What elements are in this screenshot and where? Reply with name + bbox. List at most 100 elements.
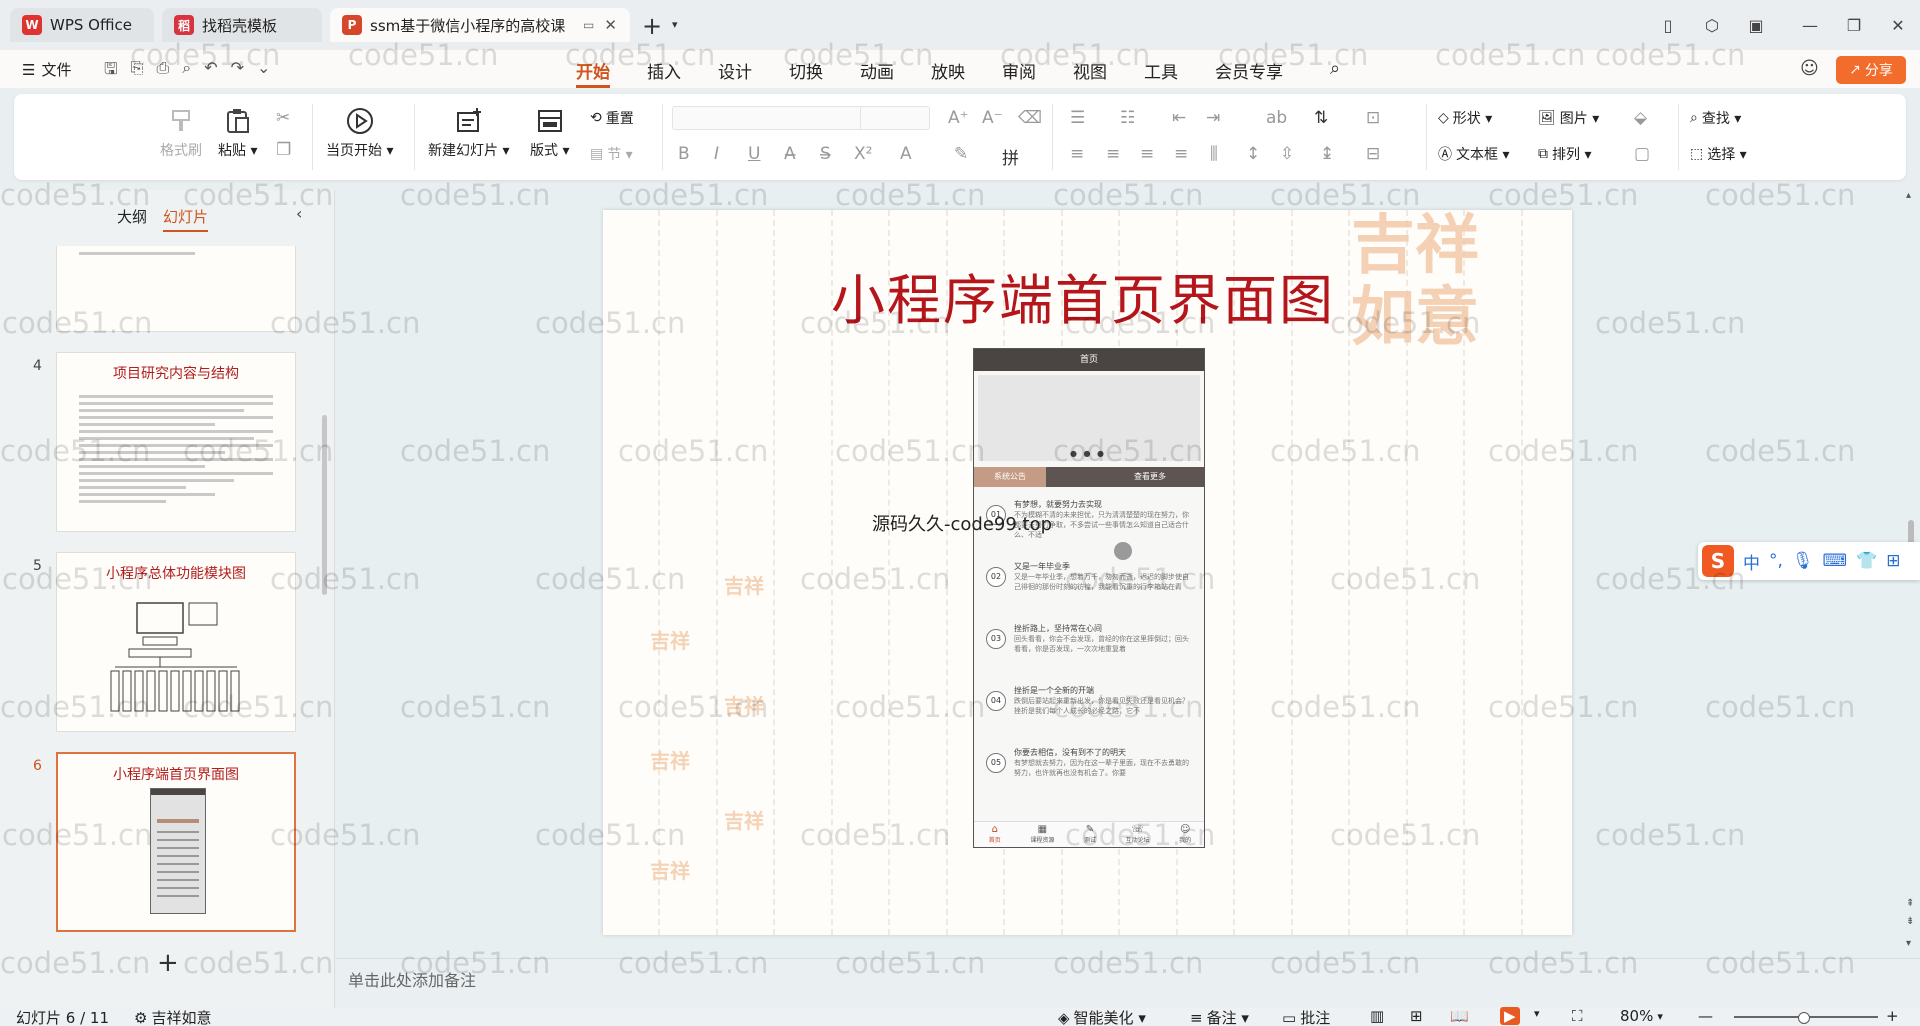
zoom-in-icon[interactable]: + [1886,1007,1899,1025]
cut-icon[interactable]: ✂ [276,108,290,128]
close-window-icon[interactable]: ✕ [1876,16,1920,35]
tab-list-chevron-icon[interactable]: ▾ [672,18,678,31]
menu-tab-review[interactable]: 审阅 [1002,58,1036,88]
clear-format-icon[interactable]: ⌫ [1018,108,1042,128]
start-from-current-button[interactable]: 当页开始 ▾ [326,106,393,160]
spacing-options-icon[interactable]: ↨ [1320,144,1334,164]
panel-scrollbar[interactable] [322,415,327,595]
export-icon[interactable]: ⎘ [131,58,144,85]
restore-icon[interactable]: ❐ [1832,16,1876,35]
text-direction-icon[interactable]: ab [1266,108,1287,128]
decrease-indent-icon[interactable]: ⇤ [1172,108,1186,128]
highlight-icon[interactable]: ✎ [954,144,968,164]
save-icon[interactable]: 🖫 [104,58,118,85]
picture-button[interactable]: 🖼 图片 ▾ [1538,108,1599,128]
fill-icon[interactable]: ⬙ [1634,108,1647,128]
fit-window-icon[interactable]: ⛶ [1572,1007,1583,1025]
slide-thumbnail-6[interactable]: 小程序端首页界面图 [56,752,296,932]
slide-thumbnail-5[interactable]: 小程序总体功能模块图 [56,552,296,732]
menu-tab-home[interactable]: 开始 [576,58,610,88]
zoom-out-icon[interactable]: — [1698,1007,1713,1025]
paste-button[interactable]: 粘贴 ▾ [218,106,257,160]
normal-view-icon[interactable]: ▥ [1370,1007,1384,1025]
scroll-down-icon[interactable]: ▾ [1906,938,1911,949]
paragraph-spacing-icon[interactable]: ⇳ [1280,144,1294,164]
textbox-button[interactable]: Ⓐ 文本框 ▾ [1438,144,1509,164]
ime-toolbar[interactable]: S 中 °, 🎙 ⌨ 👕 ⊞ [1698,542,1920,580]
columns-icon[interactable]: ⫼ [1210,144,1218,164]
phonetic-icon[interactable]: 拼 [1002,144,1019,169]
monitor-icon[interactable]: ▭ [583,18,594,32]
align-right-icon[interactable]: ≡ [1140,144,1154,164]
menu-tab-insert[interactable]: 插入 [647,58,681,88]
tab-outline[interactable]: 大纲 [117,206,147,232]
bold-icon[interactable]: B [678,144,690,164]
new-slide-button[interactable]: 新建幻灯片 ▾ [428,106,509,160]
bullet-list-icon[interactable]: ☰ [1070,108,1085,128]
next-slide-icon[interactable]: ⇟ [1906,916,1914,927]
tab-slides[interactable]: 幻灯片 [163,206,209,232]
menu-tab-view[interactable]: 视图 [1073,58,1107,88]
sidebar-toggle-icon[interactable]: ▯ [1646,16,1690,35]
theme-button[interactable]: ⚙ 吉祥如意 [134,1007,211,1026]
increase-font-icon[interactable]: A⁺ [948,108,969,128]
tab-wps-office[interactable]: W WPS Office [10,8,154,42]
add-slide-icon[interactable]: + [157,948,179,978]
align-left-icon[interactable]: ≡ [1070,144,1084,164]
text-fit-icon[interactable]: ⊡ [1366,108,1380,128]
font-size-select[interactable] [860,106,930,130]
scroll-up-icon[interactable]: ▴ [1906,190,1911,201]
punctuation-icon[interactable]: °, [1769,551,1783,571]
italic-icon[interactable]: I [714,144,719,164]
file-menu[interactable]: ☰ 文件 [22,59,71,80]
chat-icon[interactable]: ☺ [1800,58,1819,79]
share-button[interactable]: ↗ 分享 [1836,56,1906,84]
slide-6[interactable]: 吉祥 如意 吉祥 吉祥 吉祥 吉祥 吉祥 吉祥 小程序端首页界面图 首页 ● ● … [603,210,1572,935]
notes-button[interactable]: ≡ 备注 ▾ [1190,1007,1249,1026]
cube-icon[interactable]: ⬡ [1690,16,1734,35]
menu-tab-member[interactable]: 会员专享 [1215,58,1283,88]
smart-beautify-button[interactable]: ◈ 智能美化 ▾ [1058,1007,1146,1026]
shadow-icon[interactable]: S̶ [820,144,831,164]
more-chevron-icon[interactable]: ⌄ [257,58,270,85]
collapse-panel-icon[interactable]: ‹ [296,204,302,223]
avatar-icon[interactable]: ▣ [1734,16,1778,35]
tab-docer-templates[interactable]: 稻 找稻壳模板 [162,8,322,42]
menu-tab-transition[interactable]: 切换 [789,58,823,88]
phone-screenshot-image[interactable]: 首页 ● ● ● 系统公告 查看更多 01 有梦想，就要努力去实现 不为模糊不清… [973,348,1205,848]
menu-tab-slideshow[interactable]: 放映 [931,58,965,88]
redo-icon[interactable]: ↷ [231,58,244,85]
menu-tab-tools[interactable]: 工具 [1144,58,1178,88]
toolbox-icon[interactable]: ⊞ [1886,551,1900,571]
new-tab-icon[interactable]: + [642,12,662,40]
zoom-level[interactable]: 80% ▾ [1620,1007,1663,1025]
zoom-slider[interactable] [1734,1012,1878,1024]
close-tab-icon[interactable]: ✕ [604,16,617,34]
grid-view-icon[interactable]: ⊞ [1410,1007,1423,1025]
line-spacing-icon[interactable]: ↕ [1246,144,1260,164]
layout-button[interactable]: 版式 ▾ [530,106,569,160]
outline-icon[interactable]: ▢ [1634,144,1650,164]
prev-slide-icon[interactable]: ⇞ [1906,898,1914,909]
tab-current-presentation[interactable]: P ssm基于微信小程序的高校课 ▭ ✕ [330,8,630,42]
slide-thumbnail-3[interactable] [56,246,296,332]
strikethrough-icon[interactable]: A̶ [784,144,796,164]
keyboard-icon[interactable]: ⌨ [1823,551,1848,571]
print-icon[interactable]: ⎙ [156,58,169,85]
minimize-icon[interactable]: — [1788,16,1832,35]
justify-icon[interactable]: ≡ [1174,144,1188,164]
font-color-icon[interactable]: A [900,144,912,164]
comments-button[interactable]: ▭ 批注 [1282,1007,1330,1026]
slide-thumbnail-4[interactable]: 项目研究内容与结构 [56,352,296,532]
reset-button[interactable]: ⟲ 重置 [590,108,634,128]
print-preview-icon[interactable]: ⌕ [182,58,191,85]
shape-button[interactable]: ◇ 形状 ▾ [1438,108,1492,128]
menu-tab-design[interactable]: 设计 [718,58,752,88]
skin-icon[interactable]: 👕 [1856,551,1877,571]
ime-language[interactable]: 中 [1743,549,1760,574]
underline-icon[interactable]: U [748,144,760,164]
copy-icon[interactable]: ❐ [276,140,291,160]
reading-view-icon[interactable]: 📖 [1450,1007,1469,1025]
select-button[interactable]: ⬚ 选择 ▾ [1690,144,1747,164]
increase-indent-icon[interactable]: ⇥ [1206,108,1220,128]
